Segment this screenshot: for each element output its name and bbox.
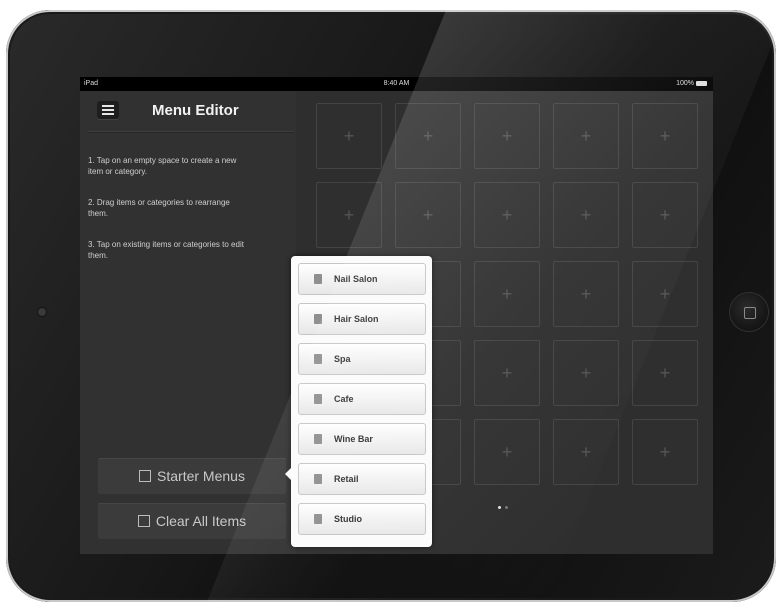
empty-grid-slot[interactable]: + [395,103,461,169]
starter-menu-option[interactable]: Studio [298,503,426,535]
empty-grid-slot[interactable]: + [316,103,382,169]
add-icon: + [659,205,671,225]
home-button[interactable] [730,293,768,331]
add-icon: + [659,363,671,383]
empty-grid-slot[interactable]: + [553,182,619,248]
instruction-2: 2. Drag items or categories to rearrange… [88,198,230,218]
starter-menu-option[interactable]: Spa [298,343,426,375]
shirt-icon [314,474,322,484]
nail-polish-icon [314,274,322,284]
starter-menu-option-label: Nail Salon [334,274,378,284]
clear-all-items-button[interactable]: Clear All Items [98,503,286,539]
menu-card-icon [139,470,152,482]
camera-icon [38,308,46,316]
add-icon: + [659,284,671,304]
hair-dryer-icon [314,314,322,324]
empty-grid-slot[interactable]: + [474,419,540,485]
popover-arrow [285,468,291,480]
add-icon: + [580,442,592,462]
page-dot-active [498,506,501,509]
add-icon: + [422,126,434,146]
instruction-3: 3. Tap on existing items or categories t… [88,240,244,260]
instruction-1: 1. Tap on an empty space to create a new… [88,156,237,176]
empty-grid-slot[interactable]: + [632,340,698,406]
add-icon: + [580,126,592,146]
starter-menu-option-label: Spa [334,354,351,364]
empty-grid-slot[interactable]: + [474,103,540,169]
empty-grid-slot[interactable]: + [474,340,540,406]
starter-menus-popover: Nail Salon Hair Salon Spa Cafe Wine Bar Retai… [285,256,432,547]
starter-menu-option[interactable]: Nail Salon [298,263,426,295]
starter-menu-option[interactable]: Wine Bar [298,423,426,455]
wine-glass-icon [314,434,322,444]
page-dot [505,506,508,509]
battery-indicator: 100% [676,77,707,91]
clear-all-label: Clear All Items [155,513,247,529]
empty-grid-slot[interactable]: + [474,182,540,248]
clear-grid-icon [137,515,150,527]
starter-menu-option-label: Retail [334,474,359,484]
empty-grid-slot[interactable]: + [395,182,461,248]
screen: iPad 8:40 AM 100% Menu Editor 1. Tap on … [80,77,713,554]
battery-icon [696,80,707,86]
starter-menu-option-label: Hair Salon [334,314,379,324]
add-icon: + [343,205,355,225]
starter-menu-option[interactable]: Hair Salon [298,303,426,335]
empty-grid-slot[interactable]: + [553,261,619,327]
add-icon: + [501,126,513,146]
starter-menu-option-label: Cafe [334,394,354,404]
add-icon: + [580,205,592,225]
empty-grid-slot[interactable]: + [632,419,698,485]
empty-grid-slot[interactable]: + [316,182,382,248]
empty-grid-slot[interactable]: + [553,103,619,169]
starter-menu-option[interactable]: Retail [298,463,426,495]
ipad-device: iPad 8:40 AM 100% Menu Editor 1. Tap on … [6,10,776,602]
add-icon: + [501,442,513,462]
add-icon: + [659,442,671,462]
coffee-cup-icon [314,394,322,404]
add-icon: + [580,363,592,383]
starter-menu-option-label: Wine Bar [334,434,373,444]
page-title: Menu Editor [152,102,239,119]
starter-menu-option-label: Studio [334,514,362,524]
home-square-icon [744,307,756,319]
empty-grid-slot[interactable]: + [632,103,698,169]
add-icon: + [659,126,671,146]
add-icon: + [343,126,355,146]
battery-percent: 100% [676,80,694,87]
hamburger-menu-icon[interactable] [97,101,119,119]
starter-menus-button[interactable]: Starter Menus [98,458,286,494]
add-icon: + [501,363,513,383]
status-time: 8:40 AM [383,80,410,87]
starter-menus-label: Starter Menus [157,468,245,484]
sidebar: Menu Editor 1. Tap on an empty space to … [80,91,296,554]
add-icon: + [580,284,592,304]
spa-stones-icon [314,354,322,364]
empty-grid-slot[interactable]: + [632,261,698,327]
add-icon: + [422,205,434,225]
page-indicator [498,496,512,514]
sidebar-divider [88,131,294,133]
empty-grid-slot[interactable]: + [474,261,540,327]
add-icon: + [501,205,513,225]
status-bar: iPad 8:40 AM 100% [80,77,713,91]
add-icon: + [501,284,513,304]
empty-grid-slot[interactable]: + [632,182,698,248]
empty-grid-slot[interactable]: + [553,419,619,485]
starter-menu-option[interactable]: Cafe [298,383,426,415]
easel-icon [314,514,322,524]
empty-grid-slot[interactable]: + [553,340,619,406]
